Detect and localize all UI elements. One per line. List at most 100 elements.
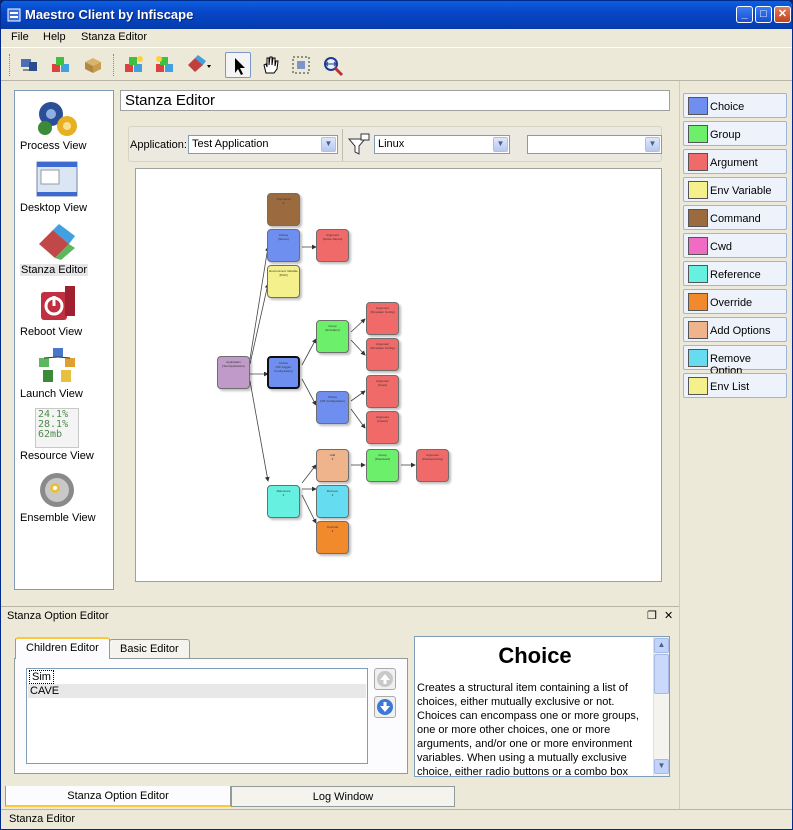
package-icon[interactable] [80, 52, 106, 78]
palette-add-options[interactable]: Add Options [683, 317, 787, 342]
pointer-tool-icon[interactable] [225, 52, 251, 78]
graph-node-argument-3[interactable]: Argument [Simulator Config] [366, 338, 399, 371]
palette-label: Command [710, 213, 761, 225]
resource-stat-mem: 62mb [38, 429, 63, 440]
nav-resource-view[interactable]: 24.1% 28.1% 62mb Resource View [15, 405, 113, 465]
tab-children-editor[interactable]: Children Editor [15, 637, 110, 659]
graph-node-choice[interactable]: Choice [Stereo] [267, 229, 300, 262]
status-bar: Stanza Editor [1, 809, 792, 829]
graph-node-reference[interactable]: Reference 3 [267, 485, 300, 518]
chevron-down-icon[interactable]: ▼ [493, 137, 508, 152]
children-editor-panel: Sim CAVE [14, 658, 408, 774]
help-scrollbar[interactable]: ▲ ▼ [653, 637, 669, 776]
chevron-down-icon[interactable]: ▼ [645, 137, 660, 152]
list-item[interactable]: CAVE [28, 684, 366, 698]
dock-header: Stanza Option Editor ❐ ✕ [1, 606, 679, 624]
palette-argument[interactable]: Argument [683, 149, 787, 174]
application-filter-bar: Application: Test Application ▼ Linux ▼ … [128, 126, 662, 162]
nav-process-view[interactable]: Process View [15, 95, 113, 155]
palette-env-variable[interactable]: Env Variable [683, 177, 787, 202]
nav-desktop-view[interactable]: Desktop View [15, 157, 113, 217]
graph-node-group-2[interactable]: Group [Password] [366, 449, 399, 482]
palette-env-list[interactable]: Env List [683, 373, 787, 398]
toolbar-grip[interactable] [9, 54, 12, 76]
editor-title-field[interactable]: Stanza Editor [120, 90, 670, 111]
color-swatch [688, 349, 708, 367]
pan-hand-icon[interactable] [257, 52, 283, 78]
node-palette: Choice Group Argument Env Variable Comma… [681, 90, 791, 400]
palette-command[interactable]: Command [683, 205, 787, 230]
scroll-thumb[interactable] [654, 654, 669, 694]
application-select[interactable]: Test Application ▼ [188, 135, 338, 154]
color-swatch [688, 237, 708, 255]
dock-tabs: Stanza Option Editor Log Window [5, 786, 681, 808]
color-swatch [688, 125, 708, 143]
open-stanza-icon[interactable] [152, 52, 178, 78]
toolbar-grip-2[interactable] [113, 54, 116, 76]
graph-node-override[interactable]: Override 3 [316, 521, 349, 554]
children-list[interactable]: Sim CAVE [26, 668, 368, 764]
color-swatch [688, 153, 708, 171]
platform-select[interactable]: Linux ▼ [374, 135, 510, 154]
move-down-button[interactable] [374, 696, 396, 718]
scroll-up-icon[interactable]: ▲ [654, 638, 669, 653]
scroll-down-icon[interactable]: ▼ [654, 759, 669, 774]
graph-node-argument-5[interactable]: Argument [Cave2] [366, 411, 399, 444]
connect-icon[interactable] [16, 52, 42, 78]
nav-stanza-editor[interactable]: Stanza Editor [15, 219, 113, 279]
tab-log-window[interactable]: Log Window [231, 786, 455, 807]
graph-node-command[interactable]: Command 3 [267, 193, 300, 226]
graph-node-choice-2[interactable]: Choice [VR Configuration] [316, 391, 349, 424]
palette-choice[interactable]: Choice [683, 93, 787, 118]
palette-label: Choice [710, 101, 745, 113]
title-bar[interactable]: Maestro Client by Infiscape _ □ ✕ [1, 1, 792, 29]
new-stanza-icon[interactable] [121, 52, 147, 78]
secondary-select[interactable]: ▼ [527, 135, 662, 154]
stanza-graph-canvas[interactable]: Command 3 Choice [Stereo] Argument [Active … [135, 168, 662, 582]
graph-node-choice-selected[interactable]: Choice [VR Juggler Configuration] [267, 356, 300, 389]
palette-cwd[interactable]: Cwd [683, 233, 787, 258]
reboot-icon [41, 286, 75, 320]
nav-label: Resource View [20, 450, 94, 462]
tab-stanza-option-editor[interactable]: Stanza Option Editor [5, 786, 231, 807]
palette-label: Env Variable [710, 185, 772, 197]
graph-node-argument[interactable]: Argument [Active Stereo] [316, 229, 349, 262]
arrow-down-icon [377, 699, 393, 715]
palette-remove-option[interactable]: Remove Option [683, 345, 787, 377]
stanza-menu-icon[interactable] [183, 52, 211, 78]
nav-ensemble-view[interactable]: Ensemble View [15, 467, 113, 527]
maximize-button[interactable]: □ [755, 6, 772, 23]
graph-node-group[interactable]: Group [Simulator] [316, 320, 349, 353]
graph-node-argument-4[interactable]: Argument [Cave] [366, 375, 399, 408]
graph-node-argument-2[interactable]: Argument [Simulator Config] [366, 302, 399, 335]
desktop-icon [36, 161, 78, 197]
palette-reference[interactable]: Reference [683, 261, 787, 286]
select-region-icon[interactable] [288, 52, 314, 78]
palette-group[interactable]: Group [683, 121, 787, 146]
nav-launch-view[interactable]: Launch View [15, 343, 113, 403]
move-up-button[interactable] [374, 668, 396, 690]
tab-basic-editor[interactable]: Basic Editor [109, 639, 190, 660]
cubes-icon[interactable] [48, 52, 74, 78]
dock-close-icon[interactable]: ✕ [664, 609, 673, 622]
menu-file[interactable]: File [11, 31, 29, 43]
menu-help[interactable]: Help [43, 31, 66, 43]
nav-label: Stanza Editor [20, 264, 89, 276]
application-select-value: Test Application [192, 138, 269, 150]
graph-node-env-variable[interactable]: Environment Variable [Path] [267, 265, 300, 298]
launch-icon [39, 348, 75, 382]
list-item[interactable]: Sim [28, 670, 366, 684]
minimize-button[interactable]: _ [736, 6, 753, 23]
graph-node-argument-6[interactable]: Argument [Password Arg] [416, 449, 449, 482]
graph-node-add-options[interactable]: Add 3 [316, 449, 349, 482]
status-text: Stanza Editor [9, 813, 76, 825]
nav-reboot-view[interactable]: Reboot View [15, 281, 113, 341]
palette-override[interactable]: Override [683, 289, 787, 314]
close-button[interactable]: ✕ [774, 6, 791, 23]
menu-stanza-editor[interactable]: Stanza Editor [81, 31, 147, 43]
chevron-down-icon[interactable]: ▼ [321, 137, 336, 152]
zoom-icon[interactable] [319, 52, 345, 78]
graph-node-application[interactable]: Application [Test Application] [217, 356, 250, 389]
float-icon[interactable]: ❐ [647, 609, 657, 622]
graph-node-remove-option[interactable]: Remove 3 [316, 485, 349, 518]
